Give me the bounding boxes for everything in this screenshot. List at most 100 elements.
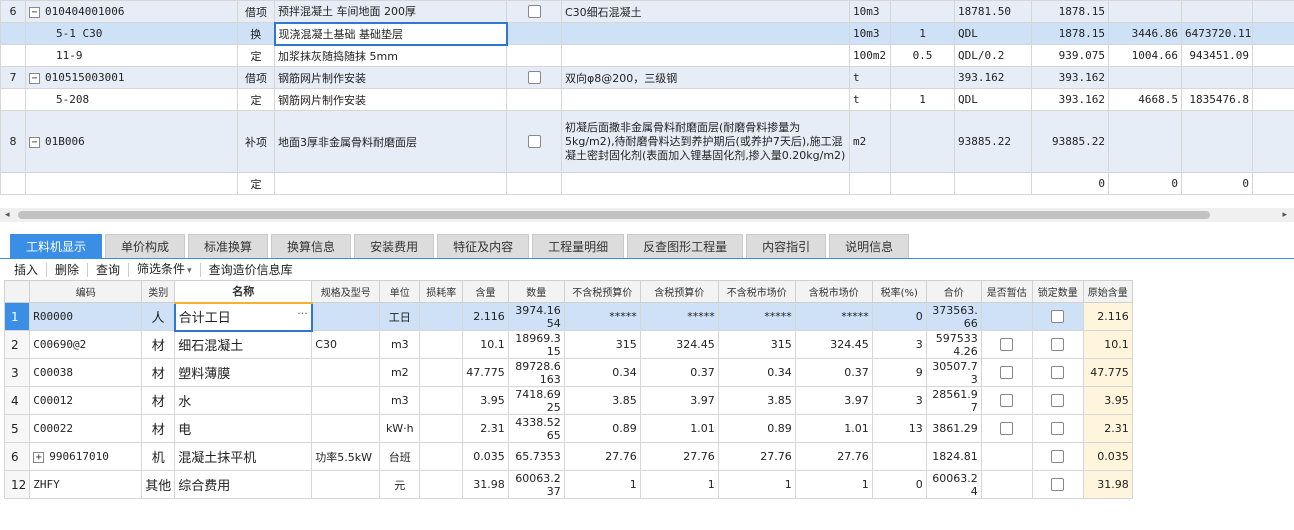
column-header[interactable]: 单位 xyxy=(379,280,421,303)
lock-checkbox[interactable] xyxy=(1051,478,1065,492)
content-cell[interactable]: 0.035 xyxy=(462,442,509,471)
loss-rate-cell[interactable] xyxy=(419,442,464,471)
lock-cell[interactable] xyxy=(1031,414,1084,443)
name-cell[interactable]: 钢筋网片制作安装 xyxy=(274,88,507,111)
scrollbar-thumb[interactable] xyxy=(18,211,1210,219)
resource-row[interactable]: 5 C00022 材电 kW·h 2.31 4338.5265 0.89 1.01 0.89 1.… xyxy=(3,414,1133,443)
tax-market-price-cell[interactable]: 0.37 xyxy=(794,358,873,387)
tax-rate-cell[interactable] xyxy=(871,442,927,471)
checkbox-cell[interactable] xyxy=(506,172,562,195)
checkbox-cell[interactable] xyxy=(506,44,562,67)
tab-6[interactable]: 特征及内容 xyxy=(437,234,530,258)
column-header[interactable]: 数量 xyxy=(507,280,565,303)
query-price-library-button[interactable]: 查询造价信息库 xyxy=(201,260,301,280)
lock-checkbox[interactable] xyxy=(1051,422,1065,436)
column-header[interactable]: 是否暂估 xyxy=(980,280,1033,303)
tab-4[interactable]: 换算信息 xyxy=(271,234,352,258)
loss-rate-cell[interactable] xyxy=(419,358,464,387)
column-header[interactable]: 含税预算价 xyxy=(639,280,719,303)
lock-cell[interactable] xyxy=(1031,386,1084,415)
bill-row[interactable]: 6−010404001006 借项 预拌混凝土 车间地面 200厚 C30细石混凝土 1… xyxy=(0,0,1294,23)
estimate-checkbox[interactable] xyxy=(1000,366,1014,380)
bill-row[interactable]: 5-1 C30 换现浇混凝土基础 基础垫层 10m3 1 QDL 1878.15 3446.… xyxy=(0,21,1294,46)
tax-market-price-cell[interactable]: 324.45 xyxy=(794,330,873,359)
code-cell[interactable]: ZHFY xyxy=(29,470,143,499)
pretax-market-price-cell[interactable]: 1 xyxy=(717,470,796,499)
code-cell[interactable]: −010404001006 xyxy=(25,0,238,23)
column-header[interactable]: 合价 xyxy=(925,280,982,303)
tax-market-price-cell[interactable]: ***** xyxy=(794,302,873,331)
name-cell[interactable]: 加浆抹灰随捣随抹 5mm xyxy=(274,44,507,67)
pretax-market-price-cell[interactable]: 0.89 xyxy=(717,414,796,443)
column-header[interactable] xyxy=(3,280,31,303)
pretax-market-price-cell[interactable]: ***** xyxy=(717,302,796,331)
estimate-cell[interactable] xyxy=(980,470,1033,499)
content-cell[interactable]: 47.775 xyxy=(462,358,509,387)
code-cell[interactable]: C00690@2 xyxy=(29,330,143,359)
estimate-checkbox[interactable] xyxy=(1000,338,1014,352)
tab-1[interactable]: 工料机显示 xyxy=(10,234,103,258)
pretax-market-price-cell[interactable]: 27.76 xyxy=(717,442,796,471)
name-cell[interactable]: 细石混凝土 xyxy=(174,330,313,359)
checkbox-cell[interactable] xyxy=(506,88,562,111)
name-cell[interactable]: 电 xyxy=(174,414,313,443)
column-header[interactable]: 编码 xyxy=(29,280,143,303)
scroll-left-arrow-icon[interactable]: ◂ xyxy=(5,210,10,220)
query-button[interactable]: 查询 xyxy=(88,260,128,280)
tax-rate-cell[interactable]: 0 xyxy=(871,470,927,499)
tab-7[interactable]: 工程量明细 xyxy=(532,234,625,258)
resource-row[interactable]: 4 C00012 材水 m3 3.95 7418.6925 3.85 3.97 3.85 3.97… xyxy=(3,386,1133,415)
minus-icon[interactable]: − xyxy=(29,6,40,18)
tax-market-price-cell[interactable]: 3.97 xyxy=(794,386,873,415)
column-header[interactable]: 锁定数量 xyxy=(1031,280,1084,303)
lock-checkbox[interactable] xyxy=(1051,450,1065,464)
name-cell[interactable] xyxy=(274,172,507,195)
column-header[interactable]: 含税市场价 xyxy=(794,280,873,303)
content-cell[interactable]: 10.1 xyxy=(462,330,509,359)
checkbox-cell[interactable] xyxy=(506,66,562,89)
content-cell[interactable]: 31.98 xyxy=(462,470,509,499)
code-cell[interactable]: C00022 xyxy=(29,414,143,443)
estimate-cell[interactable] xyxy=(980,358,1033,387)
tax-market-price-cell[interactable]: 27.76 xyxy=(794,442,873,471)
column-header[interactable]: 不含税市场价 xyxy=(717,280,796,303)
tab-10[interactable]: 说明信息 xyxy=(829,234,910,258)
lock-cell[interactable] xyxy=(1031,302,1084,331)
lock-cell[interactable] xyxy=(1031,470,1084,499)
column-header[interactable]: 含量 xyxy=(462,280,509,303)
loss-rate-cell[interactable] xyxy=(419,414,464,443)
tab-5[interactable]: 安装费用 xyxy=(354,234,435,258)
estimate-cell[interactable] xyxy=(980,330,1033,359)
lock-checkbox[interactable] xyxy=(1051,338,1065,352)
code-cell[interactable]: 5-208 xyxy=(25,88,238,111)
column-header[interactable]: 税率(%) xyxy=(871,280,927,303)
name-cell[interactable]: 地面3厚非金属骨料耐磨面层 xyxy=(274,110,507,173)
checkbox-cell[interactable] xyxy=(506,110,562,173)
content-cell[interactable]: 3.95 xyxy=(462,386,509,415)
bill-row[interactable]: 定000 xyxy=(0,172,1294,195)
name-cell[interactable]: 合计工日 ··· xyxy=(173,301,313,332)
name-cell[interactable]: 预拌混凝土 车间地面 200厚 xyxy=(274,0,507,23)
column-header[interactable]: 不含税预算价 xyxy=(563,280,641,303)
row-checkbox[interactable] xyxy=(527,71,541,85)
lock-checkbox[interactable] xyxy=(1051,394,1065,408)
bill-row[interactable]: 7−010515003001 借项 钢筋网片制作安装 双向φ8@200，三级钢 t 393… xyxy=(0,66,1294,89)
estimate-checkbox[interactable] xyxy=(1000,422,1014,436)
loss-rate-cell[interactable] xyxy=(419,302,464,331)
code-cell[interactable]: C00012 xyxy=(29,386,143,415)
name-cell[interactable]: 现浇混凝土基础 基础垫层 xyxy=(273,21,508,46)
resource-row[interactable]: 1 R00000 人合计工日 ··· 工日 2.116 3974.1654 ***** ****… xyxy=(3,301,1133,332)
resource-row[interactable]: 6 +990617010 机混凝土抹平机 功率5.5kW 台班 0.035 65.7353 2… xyxy=(3,442,1133,471)
minus-icon[interactable]: − xyxy=(29,136,40,148)
name-cell[interactable]: 水 xyxy=(174,386,313,415)
code-cell[interactable]: C00038 xyxy=(29,358,143,387)
column-header[interactable]: 损耗率 xyxy=(419,280,464,303)
column-header[interactable]: 规格及型号 xyxy=(311,280,381,303)
estimate-checkbox[interactable] xyxy=(1000,394,1014,408)
horizontal-scrollbar[interactable]: ◂ ▸ xyxy=(0,208,1294,222)
tab-3[interactable]: 标准换算 xyxy=(188,234,269,258)
delete-button[interactable]: 删除 xyxy=(47,260,87,280)
bill-row[interactable]: 5-208 定钢筋网片制作安装 t 1 QDL 393.162 4668.5 1835476.… xyxy=(0,88,1294,111)
loss-rate-cell[interactable] xyxy=(419,330,464,359)
estimate-cell[interactable] xyxy=(980,442,1033,471)
